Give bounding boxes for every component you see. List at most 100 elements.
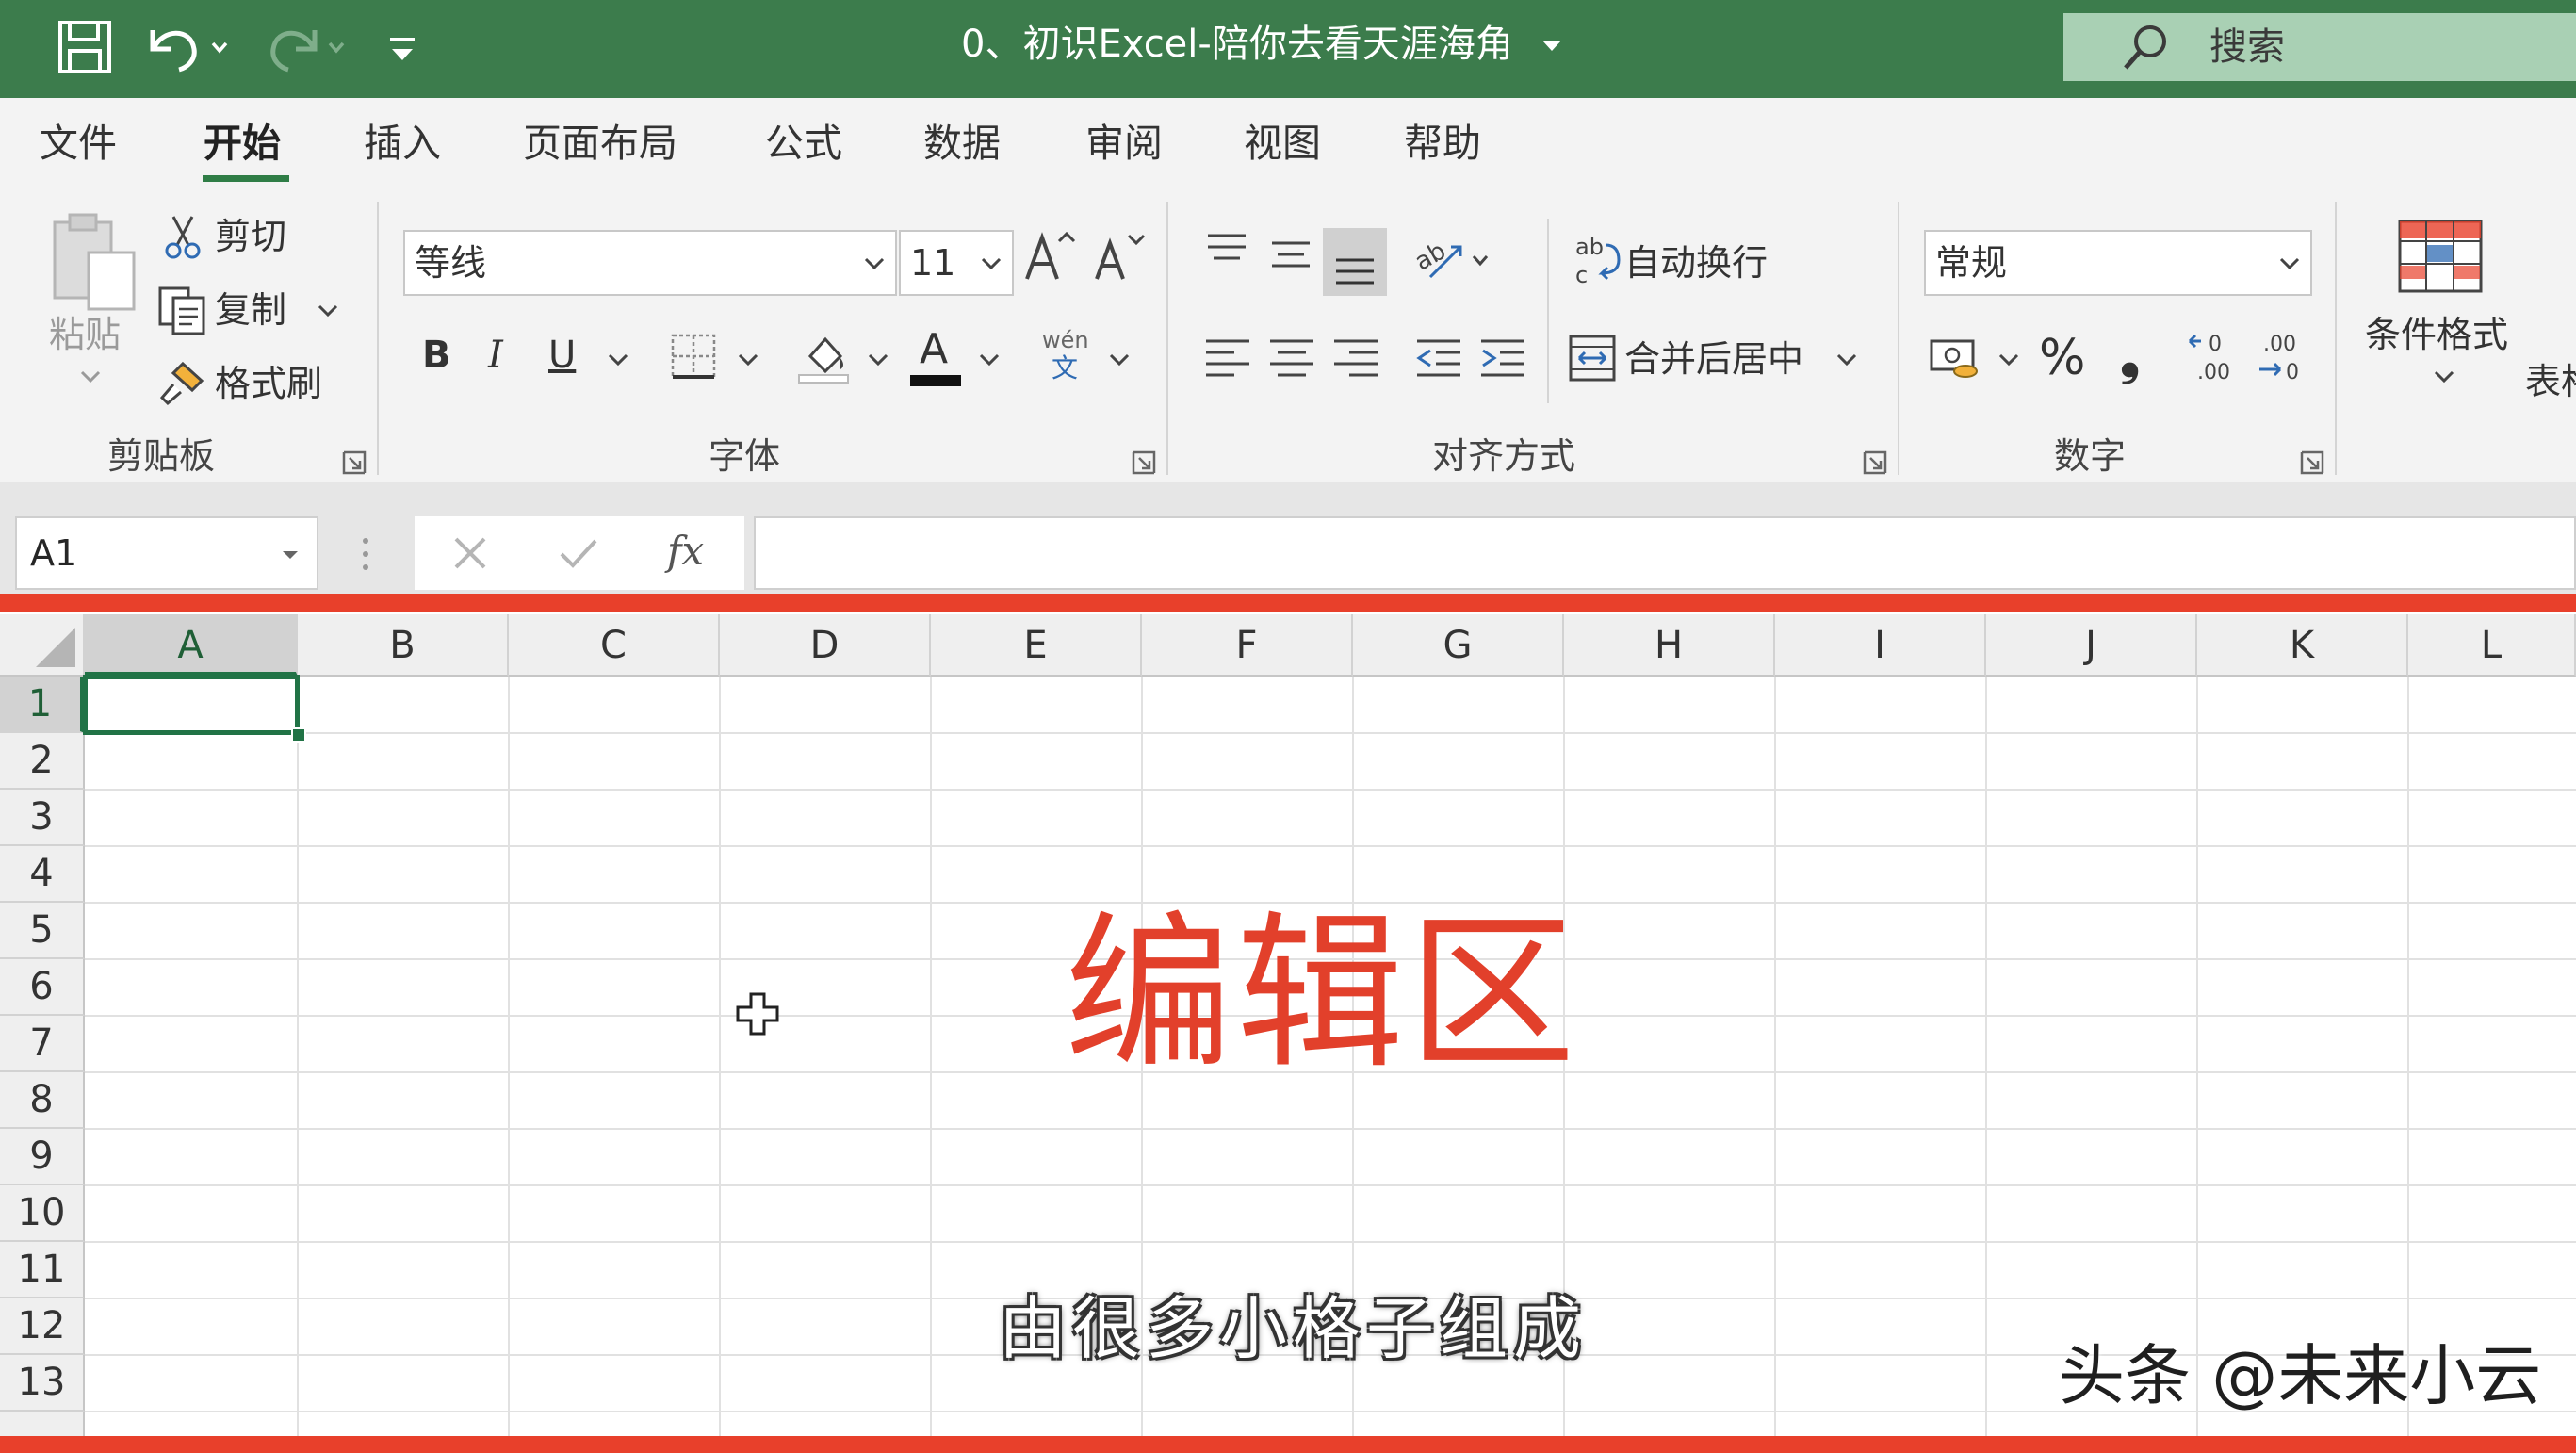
tab-insert[interactable]: 插入: [364, 117, 441, 170]
column-header-k[interactable]: K: [2197, 614, 2408, 677]
column-header-j[interactable]: J: [1986, 614, 2197, 677]
alignment-dialog-launcher-icon[interactable]: [1862, 449, 1888, 476]
merge-center-button[interactable]: 合并后居中: [1624, 335, 1803, 383]
merge-center-icon[interactable]: [1568, 334, 1617, 383]
bold-button[interactable]: B: [422, 332, 451, 379]
align-bottom-icon[interactable]: [1323, 228, 1387, 296]
align-right-icon[interactable]: [1332, 337, 1379, 381]
row-header-3[interactable]: 3: [0, 790, 85, 846]
align-left-icon[interactable]: [1204, 337, 1251, 381]
font-dialog-launcher-icon[interactable]: [1131, 449, 1157, 476]
row-header-11[interactable]: 11: [0, 1242, 85, 1298]
fill-handle[interactable]: [291, 727, 306, 743]
decrease-indent-icon[interactable]: [1415, 337, 1462, 381]
align-center-icon[interactable]: [1268, 337, 1315, 381]
customize-icon[interactable]: [384, 17, 422, 77]
accounting-format-icon[interactable]: [1928, 335, 1984, 383]
increase-font-size-icon[interactable]: [1021, 226, 1078, 286]
column-header-e[interactable]: E: [931, 614, 1142, 677]
decrease-decimal-icon[interactable]: .00 0: [2256, 330, 2308, 386]
format-as-table-button[interactable]: 表格: [2525, 358, 2576, 405]
tab-review[interactable]: 审阅: [1085, 117, 1163, 170]
format-painter-icon[interactable]: [156, 358, 209, 407]
cut-button[interactable]: 剪切: [215, 213, 286, 260]
fill-color-icon[interactable]: [797, 330, 850, 384]
row-header-14-partial[interactable]: [0, 1412, 85, 1436]
tab-home[interactable]: 开始: [204, 117, 281, 170]
tab-data[interactable]: 数据: [923, 117, 1001, 170]
row-header-5[interactable]: 5: [0, 903, 85, 959]
font-color-dropdown-icon[interactable]: [978, 352, 1001, 367]
phonetic-guide-top[interactable]: wén: [1042, 326, 1089, 354]
wrap-text-button[interactable]: 自动换行: [1624, 239, 1768, 286]
borders-dropdown-icon[interactable]: [737, 352, 759, 367]
italic-button[interactable]: I: [488, 332, 503, 379]
row-header-2[interactable]: 2: [0, 733, 85, 790]
increase-indent-icon[interactable]: [1479, 337, 1526, 381]
underline-button[interactable]: U: [548, 332, 576, 379]
column-header-d[interactable]: D: [720, 614, 931, 677]
paste-button[interactable]: 粘贴: [49, 311, 121, 358]
conditional-formatting-icon[interactable]: [2397, 219, 2484, 294]
row-header-7[interactable]: 7: [0, 1016, 85, 1072]
underline-dropdown-icon[interactable]: [607, 352, 629, 367]
copy-icon[interactable]: [156, 285, 209, 335]
enter-icon[interactable]: [558, 533, 599, 573]
more-options-icon[interactable]: [360, 535, 371, 573]
fill-color-dropdown-icon[interactable]: [867, 352, 889, 367]
tab-help[interactable]: 帮助: [1404, 117, 1481, 170]
tab-view[interactable]: 视图: [1244, 117, 1321, 170]
column-header-l[interactable]: L: [2408, 614, 2576, 677]
copy-button[interactable]: 复制: [215, 286, 286, 334]
paste-dropdown-icon[interactable]: [79, 369, 102, 384]
select-all-corner[interactable]: [0, 614, 85, 677]
merge-dropdown-icon[interactable]: [1835, 352, 1858, 367]
row-header-10[interactable]: 10: [0, 1185, 85, 1242]
tab-formulas[interactable]: 公式: [765, 117, 842, 170]
conditional-formatting-button[interactable]: 条件格式: [2365, 311, 2508, 358]
row-header-6[interactable]: 6: [0, 959, 85, 1016]
column-header-i[interactable]: I: [1775, 614, 1986, 677]
column-header-a[interactable]: A: [85, 614, 298, 677]
column-header-g[interactable]: G: [1353, 614, 1564, 677]
row-header-1[interactable]: 1: [0, 677, 85, 733]
font-color-button[interactable]: A: [920, 326, 948, 373]
active-cell-a1[interactable]: [83, 675, 300, 735]
align-middle-icon[interactable]: [1268, 237, 1313, 275]
save-icon[interactable]: [55, 17, 115, 77]
cut-icon[interactable]: [162, 213, 204, 260]
wrap-text-icon[interactable]: ab c: [1573, 232, 1621, 290]
tab-file[interactable]: 文件: [40, 117, 117, 170]
accounting-dropdown-icon[interactable]: [1997, 352, 2020, 367]
phonetic-guide-bottom[interactable]: 文: [1052, 352, 1078, 384]
font-name-select[interactable]: 等线: [403, 230, 897, 296]
row-header-4[interactable]: 4: [0, 846, 85, 903]
conditional-formatting-dropdown-icon[interactable]: [2433, 369, 2455, 384]
row-header-8[interactable]: 8: [0, 1072, 85, 1129]
phonetic-dropdown-icon[interactable]: [1108, 352, 1131, 367]
name-box[interactable]: A1: [15, 516, 318, 590]
column-header-h[interactable]: H: [1564, 614, 1775, 677]
format-painter-button[interactable]: 格式刷: [215, 360, 322, 407]
document-title[interactable]: 0、初识Excel-陪你去看天涯海角: [961, 17, 1583, 72]
clipboard-dialog-launcher-icon[interactable]: [341, 449, 367, 476]
undo-icon[interactable]: [141, 17, 232, 77]
align-top-icon[interactable]: [1204, 230, 1249, 268]
formula-input[interactable]: [754, 516, 2576, 590]
column-header-c[interactable]: C: [509, 614, 720, 677]
increase-decimal-icon[interactable]: 0.00: [2186, 330, 2239, 386]
paste-icon[interactable]: [49, 209, 139, 313]
column-header-b[interactable]: B: [298, 614, 509, 677]
number-format-select[interactable]: 常规: [1924, 230, 2312, 296]
cancel-icon[interactable]: [450, 533, 490, 573]
decrease-font-size-icon[interactable]: [1091, 226, 1148, 286]
percent-style-button[interactable]: %: [2039, 328, 2085, 388]
borders-icon[interactable]: [669, 332, 718, 381]
orientation-icon[interactable]: ab: [1413, 232, 1496, 288]
comma-style-button[interactable]: ❟: [2120, 326, 2140, 386]
tab-page-layout[interactable]: 页面布局: [523, 117, 677, 170]
font-size-select[interactable]: 11: [899, 230, 1014, 296]
row-header-9[interactable]: 9: [0, 1129, 85, 1185]
row-header-12[interactable]: 12: [0, 1298, 85, 1355]
column-header-f[interactable]: F: [1142, 614, 1353, 677]
